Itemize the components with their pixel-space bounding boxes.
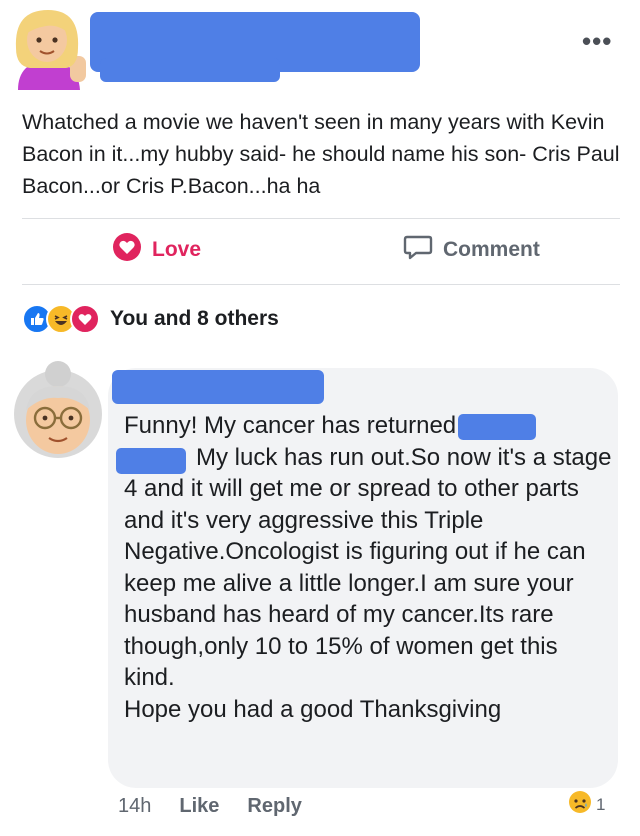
like-link[interactable]: Like: [179, 795, 219, 818]
poster-avatar[interactable]: [8, 4, 88, 90]
comment-body: My luck has run out.So now it's a stage …: [124, 443, 612, 692]
comment-time: 14h: [118, 795, 152, 817]
sad-icon: [568, 790, 592, 819]
reactions-summary[interactable]: You and 8 others: [22, 304, 279, 334]
redacted-commenter-name: [112, 370, 324, 404]
redacted-inline: [458, 413, 537, 440]
comment-text: Funny! My cancer has returned My luck ha…: [124, 410, 614, 725]
comment-button[interactable]: Comment: [403, 232, 540, 268]
redacted-poster-meta: [100, 58, 280, 82]
love-button[interactable]: Love: [112, 232, 201, 268]
love-icon: [70, 304, 100, 334]
comment-reaction[interactable]: 1: [568, 790, 605, 819]
more-dots-icon[interactable]: •••: [582, 28, 612, 54]
post-text: Whatched a movie we haven't seen in many…: [22, 110, 620, 198]
divider-bottom: [22, 284, 620, 285]
comment-reaction-count: 1: [596, 794, 606, 814]
comment-label: Comment: [443, 238, 540, 261]
redacted-inline-2: [116, 448, 186, 474]
love-icon: [112, 232, 142, 268]
comment-meta: 14h Like Reply: [118, 795, 302, 818]
comment-icon: [403, 232, 433, 268]
love-label: Love: [152, 238, 202, 261]
reply-link[interactable]: Reply: [247, 795, 301, 818]
comment-line-1: Funny! My cancer has returned: [124, 412, 457, 439]
comment-closing: Hope you had a good Thanksgiving: [124, 695, 502, 723]
commenter-avatar[interactable]: [8, 360, 110, 464]
divider-top: [22, 218, 620, 219]
reactions-count: You and 8 others: [110, 307, 279, 330]
